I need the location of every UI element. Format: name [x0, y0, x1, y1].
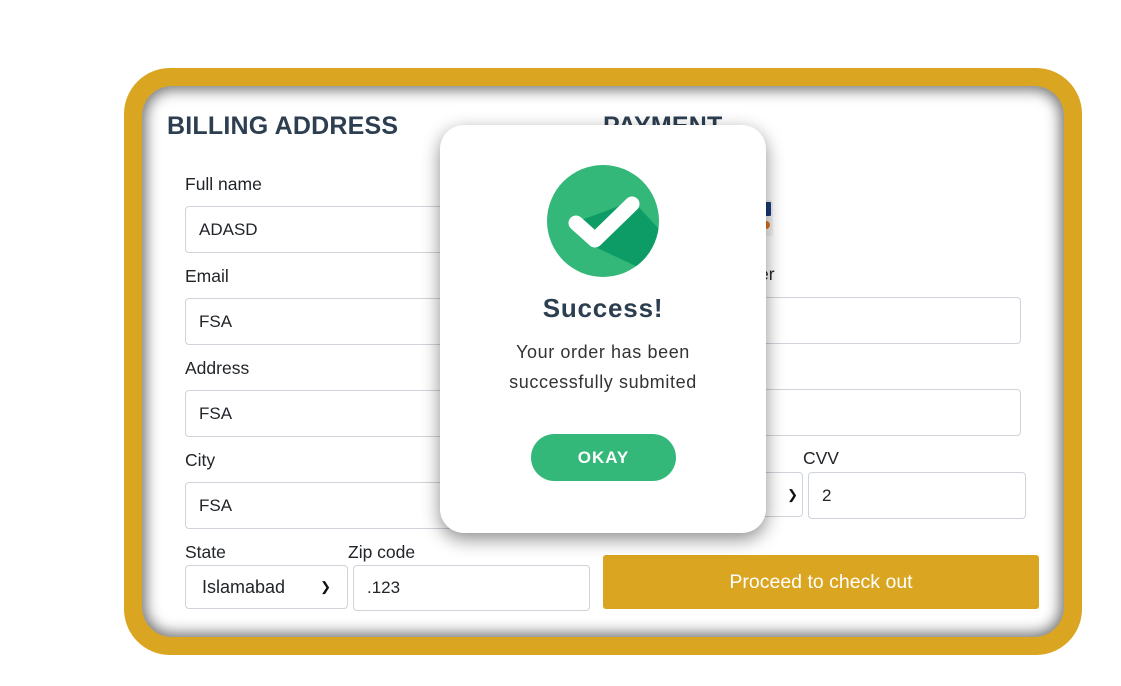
state-select[interactable]: Islamabad ❯	[185, 565, 348, 609]
zip-label: Zip code	[348, 542, 416, 562]
chevron-down-icon: ❯	[787, 486, 798, 502]
success-modal: Success! Your order has been successfull…	[440, 125, 766, 533]
success-message: Your order has been successfully submite…	[509, 342, 697, 392]
state-select-value: Islamabad	[202, 576, 286, 597]
chevron-down-icon: ❯	[320, 579, 331, 594]
cvv-input[interactable]	[808, 472, 1026, 519]
billing-heading: BILLING ADDRESS	[167, 112, 399, 140]
check-circle-icon	[547, 165, 659, 277]
success-title: Success!	[542, 293, 664, 323]
city-label: City	[185, 450, 216, 470]
full-name-label: Full name	[185, 174, 262, 194]
state-label: State	[185, 542, 226, 562]
address-label: Address	[185, 358, 250, 378]
zip-input[interactable]	[353, 565, 590, 611]
proceed-to-checkout-button[interactable]: Proceed to check out	[603, 555, 1039, 609]
cvv-label: CVV	[803, 448, 839, 468]
email-label: Email	[185, 266, 229, 286]
expiry-input[interactable]	[759, 389, 1021, 436]
card-number-input[interactable]	[759, 297, 1021, 344]
okay-button[interactable]: OKAY	[531, 434, 676, 481]
